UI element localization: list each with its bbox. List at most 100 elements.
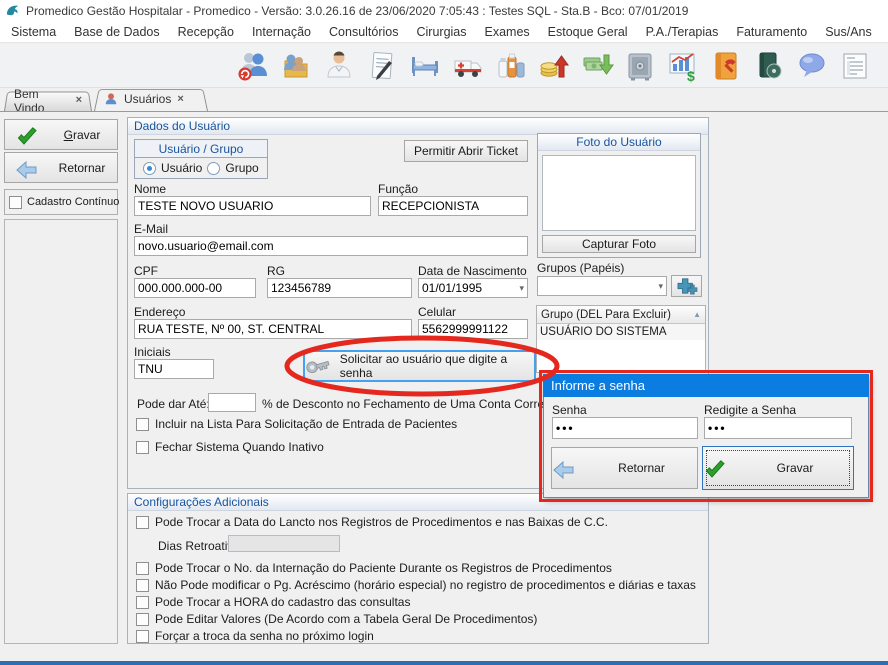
- grupos-papeis-dropdown[interactable]: ▾: [537, 276, 667, 296]
- redigite-senha-field[interactable]: [704, 417, 852, 439]
- tab-content-border: [0, 111, 888, 112]
- checkbox-nao-pode-modificar-pg[interactable]: Não Pode modificar o Pg. Acréscimo (horá…: [136, 577, 696, 593]
- checkbox-label: Pode Trocar o No. da Internação do Pacie…: [155, 561, 612, 575]
- menu-item-estoque-geral[interactable]: Estoque Geral: [539, 23, 637, 41]
- checkbox-editar-valores[interactable]: Pode Editar Valores (De Acordo com a Tab…: [136, 611, 537, 627]
- menu-item-exames[interactable]: Exames: [476, 23, 539, 41]
- checkbox-box: [136, 613, 149, 626]
- dias-retroativos-field: [228, 535, 340, 552]
- checkbox-trocar-no-internacao[interactable]: Pode Trocar o No. da Internação do Pacie…: [136, 560, 612, 576]
- dialog-retornar-button[interactable]: Retornar: [551, 447, 698, 489]
- check-icon: [15, 125, 39, 145]
- menu-item-base-de-dados[interactable]: Base de Dados: [65, 23, 168, 41]
- doctor-icon[interactable]: [322, 49, 356, 83]
- prescription-icon[interactable]: [365, 49, 399, 83]
- desconto-field[interactable]: [208, 393, 256, 412]
- chat-icon[interactable]: [795, 49, 829, 83]
- grupos-papeis-label: Grupos (Papéis): [537, 261, 624, 275]
- money-out-icon[interactable]: [580, 49, 614, 83]
- data-nascimento-dropdown[interactable]: 01/01/1995 ▾: [418, 278, 528, 298]
- book-cd-icon[interactable]: [752, 49, 786, 83]
- chevron-down-icon: ▾: [658, 281, 663, 292]
- cpf-field[interactable]: [134, 278, 256, 298]
- usuario-grupo-box-title: Usuário / Grupo: [134, 139, 268, 158]
- solicitar-senha-label: Solicitar ao usuário que digite a senha: [340, 352, 534, 380]
- funcao-field[interactable]: [378, 196, 528, 216]
- add-grupo-button[interactable]: [671, 275, 702, 297]
- menu-item-internacao[interactable]: Internação: [243, 23, 320, 41]
- checkbox-trocar-hora-consultas[interactable]: Pode Trocar a HORA do cadastro das consu…: [136, 594, 410, 610]
- checkbox-trocar-data-lancto[interactable]: Pode Trocar a Data do Lancto nos Registr…: [136, 514, 608, 530]
- checkbox-fechar-sistema-inativo[interactable]: Fechar Sistema Quando Inativo: [136, 439, 324, 455]
- money-in-icon[interactable]: [537, 49, 571, 83]
- hospital-bed-icon[interactable]: [408, 49, 442, 83]
- dialog-title-bar: Informe a senha: [543, 374, 869, 397]
- users-sync-icon[interactable]: [236, 49, 270, 83]
- checkbox-box: [136, 579, 149, 592]
- grupo-list-row[interactable]: USUÁRIO DO SISTEMA: [537, 324, 705, 340]
- grupo-list: Grupo (DEL Para Excluir) ▲ USUÁRIO DO SI…: [536, 305, 706, 373]
- radio-grupo[interactable]: [207, 162, 220, 175]
- back-arrow-icon: [552, 458, 576, 478]
- phonebook-icon[interactable]: [709, 49, 743, 83]
- senha-field[interactable]: [552, 417, 698, 439]
- chevron-down-icon: ▾: [519, 283, 524, 294]
- checkbox-forcar-troca-senha[interactable]: Forçar a troca da senha no próximo login: [136, 628, 374, 644]
- menu-item-consultorios[interactable]: Consultórios: [320, 23, 407, 41]
- foto-box-title: Foto do Usuário: [538, 134, 700, 151]
- pharmacy-icon[interactable]: [494, 49, 528, 83]
- dialog-gravar-button[interactable]: Gravar: [702, 446, 854, 490]
- gravar-label: Gravar: [47, 128, 117, 142]
- cpf-label: CPF: [134, 264, 158, 278]
- checkbox-incluir-lista-pacientes[interactable]: Incluir na Lista Para Solicitação de Ent…: [136, 416, 457, 432]
- tab-usuarios[interactable]: Usuários ×: [94, 87, 208, 111]
- menu-item-sus-ans[interactable]: Sus/Ans: [816, 23, 881, 41]
- endereco-label: Endereço: [134, 305, 185, 319]
- permitir-abrir-ticket-button[interactable]: Permitir Abrir Ticket: [404, 140, 528, 162]
- radio-usuario[interactable]: [143, 162, 156, 175]
- endereco-field[interactable]: [134, 319, 412, 339]
- desconto-suffix-label: % de Desconto no Fechamento de Uma Conta…: [262, 397, 561, 411]
- menu-item-faturamento[interactable]: Faturamento: [727, 23, 816, 41]
- title-bar: Promedico Gestão Hospitalar - Promedico …: [0, 0, 888, 21]
- celular-field[interactable]: [418, 319, 528, 339]
- finance-chart-icon[interactable]: $: [666, 49, 700, 83]
- report-icon[interactable]: [838, 49, 872, 83]
- menu-item-sistema[interactable]: Sistema: [2, 23, 65, 41]
- email-field[interactable]: [134, 236, 528, 256]
- data-nascimento-value: 01/01/1995: [422, 281, 482, 295]
- email-label: E-Mail: [134, 222, 168, 236]
- iniciais-field[interactable]: [134, 359, 214, 379]
- grupo-list-header[interactable]: Grupo (DEL Para Excluir) ▲: [537, 306, 705, 324]
- menu-item-cirurgias[interactable]: Cirurgias: [408, 23, 476, 41]
- iniciais-label: Iniciais: [134, 345, 171, 359]
- safe-icon[interactable]: [623, 49, 657, 83]
- users-folder-icon[interactable]: [279, 49, 313, 83]
- tab-close-icon[interactable]: ×: [76, 95, 82, 106]
- nome-field[interactable]: [134, 196, 371, 216]
- ambulance-icon[interactable]: [451, 49, 485, 83]
- tab-bem-vindo[interactable]: Bem Vindo ×: [4, 90, 92, 111]
- tab-close-icon[interactable]: ×: [177, 94, 183, 105]
- menu-item-caixa[interactable]: Caixa: [881, 23, 888, 41]
- menu-item-recepcao[interactable]: Recepção: [169, 23, 243, 41]
- checkbox-box: [136, 516, 149, 529]
- checkbox-box: [9, 196, 22, 209]
- rg-field[interactable]: [267, 278, 412, 298]
- menu-bar: Sistema Base de Dados Recepção Internaçã…: [0, 21, 888, 43]
- nome-label: Nome: [134, 182, 166, 196]
- checkbox-label: Fechar Sistema Quando Inativo: [155, 440, 324, 454]
- sidebar-empty-panel: [4, 219, 118, 644]
- checkbox-label: Pode Trocar a Data do Lancto nos Registr…: [155, 515, 608, 529]
- cadastro-continuo-checkbox[interactable]: Cadastro Contínuo: [4, 189, 118, 215]
- solicitar-senha-button[interactable]: Solicitar ao usuário que digite a senha: [303, 350, 536, 382]
- back-arrow-icon: [15, 158, 39, 178]
- checkbox-label: Forçar a troca da senha no próximo login: [155, 629, 374, 643]
- retornar-button[interactable]: Retornar: [4, 152, 118, 183]
- gravar-button[interactable]: Gravar: [4, 119, 118, 150]
- retornar-label: Retornar: [47, 161, 117, 175]
- window-bottom-edge: [0, 661, 888, 665]
- menu-item-pa-terapias[interactable]: P.A./Terapias: [637, 23, 728, 41]
- usuario-grupo-radios: Usuário Grupo: [134, 158, 268, 179]
- capturar-foto-button[interactable]: Capturar Foto: [542, 235, 696, 253]
